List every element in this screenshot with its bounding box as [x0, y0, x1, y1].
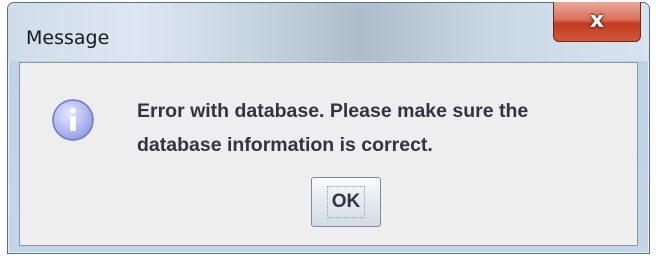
close-button[interactable]: x — [553, 2, 641, 42]
dialog-title: Message — [26, 27, 110, 49]
dialog-body: Error with database. Please make sure th… — [19, 62, 638, 246]
ok-button[interactable]: OK — [311, 177, 381, 227]
message-dialog: Message x Error with database. Please ma… — [7, 2, 650, 254]
message-line: Error with database. Please make sure th… — [137, 100, 529, 122]
ok-button-label: OK — [326, 186, 366, 218]
information-icon — [51, 98, 95, 147]
title-bar[interactable]: Message x — [8, 2, 649, 61]
close-icon: x — [589, 7, 605, 33]
message-line: database information is correct. — [137, 134, 433, 156]
error-message: Error with database. Please make sure th… — [137, 94, 632, 162]
